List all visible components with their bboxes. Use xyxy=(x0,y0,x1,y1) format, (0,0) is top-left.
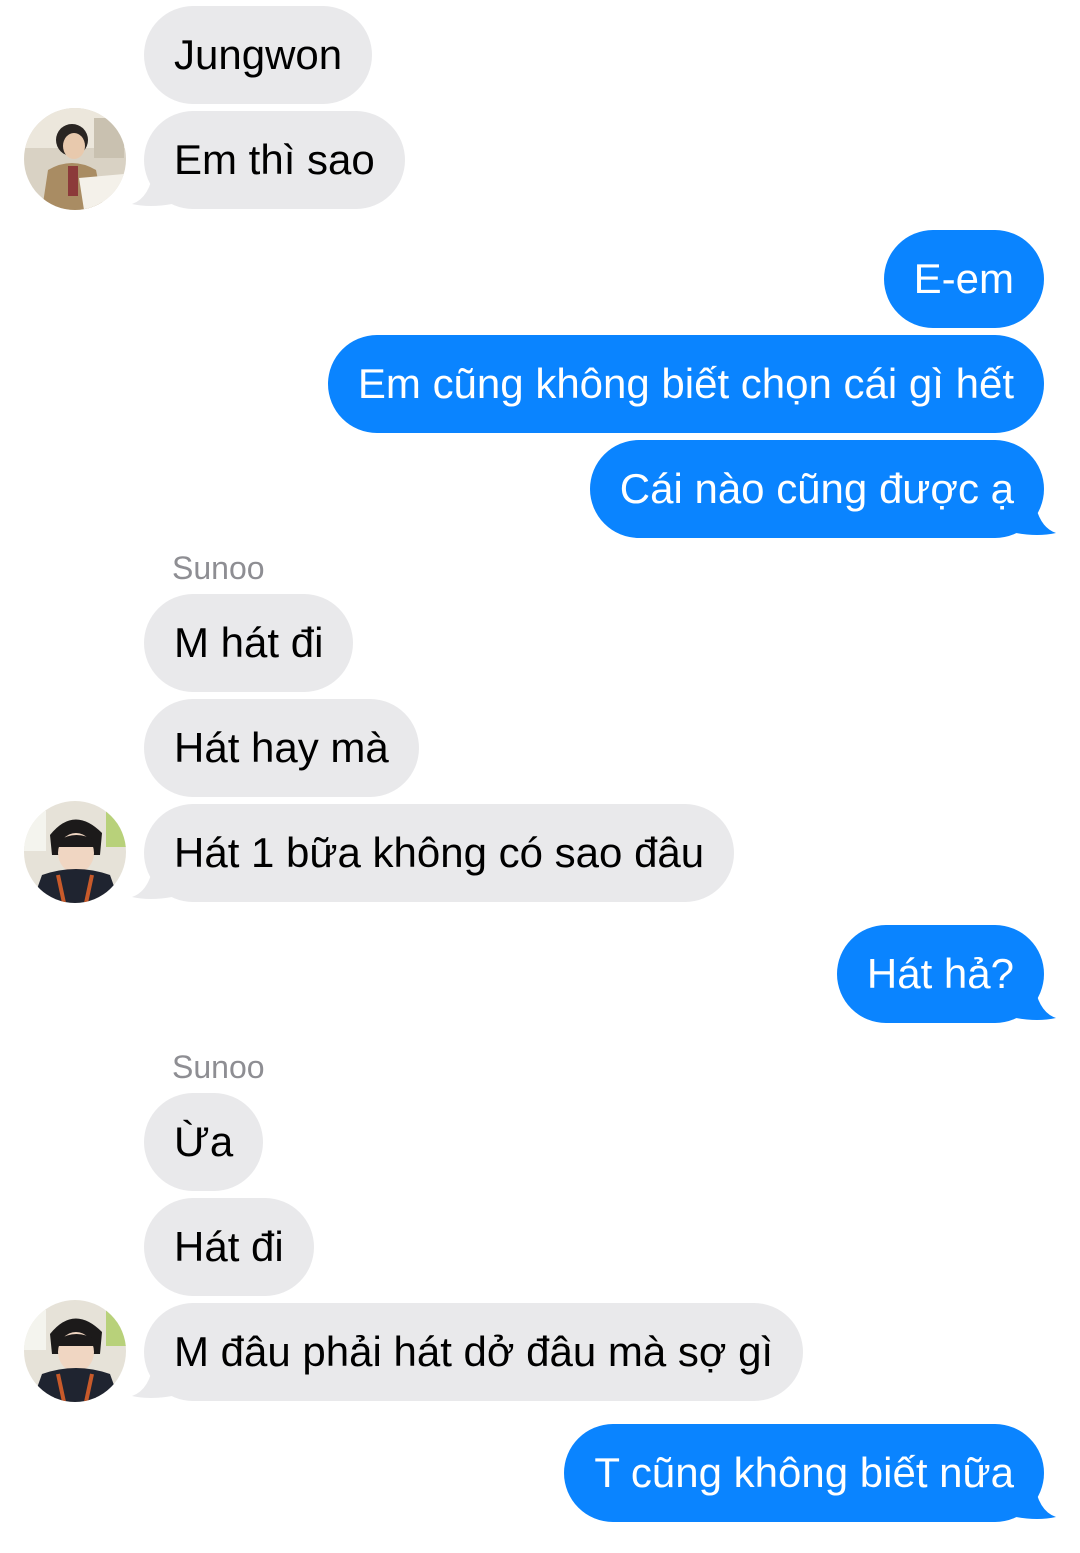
incoming-message-bubble[interactable]: Jungwon xyxy=(144,6,373,104)
bubble-tail-icon xyxy=(132,168,172,206)
incoming-message-bubble[interactable]: Em thì sao xyxy=(144,111,405,209)
incoming-message-bubble[interactable]: M hát đi xyxy=(144,594,354,692)
sunoo-avatar[interactable] xyxy=(24,801,126,903)
message-text: Hát đi xyxy=(174,1223,284,1270)
incoming-message-bubble[interactable]: M đâu phải hát dở đâu mà sợ gì xyxy=(144,1303,804,1401)
incoming-message-bubble[interactable]: Hát đi xyxy=(144,1198,314,1296)
outgoing-message-bubble[interactable]: Cái nào cũng được ạ xyxy=(589,440,1044,538)
bubble-tail-icon xyxy=(1016,982,1056,1020)
message-text: M hát đi xyxy=(174,619,324,666)
incoming-message-bubble[interactable]: Ừa xyxy=(144,1093,264,1191)
outgoing-message-bubble[interactable]: E-em xyxy=(883,230,1044,328)
message-text: Ừa xyxy=(174,1118,234,1165)
sunoo-avatar[interactable] xyxy=(24,1300,126,1402)
incoming-message-bubble[interactable]: Hát hay mà xyxy=(144,699,419,797)
message-text: Jungwon xyxy=(174,31,343,78)
bubble-tail-icon xyxy=(132,1360,172,1398)
outgoing-message-bubble[interactable]: T cũng không biết nữa xyxy=(564,1424,1044,1522)
bubble-tail-icon xyxy=(1016,497,1056,535)
message-text: E-em xyxy=(913,255,1014,302)
message-text: Hát hả? xyxy=(866,950,1014,997)
outgoing-message-bubble[interactable]: Em cũng không biết chọn cái gì hết xyxy=(327,335,1044,433)
jungwon-avatar[interactable] xyxy=(24,108,126,210)
message-text: Hát hay mà xyxy=(174,724,389,771)
bubble-tail-icon xyxy=(132,861,172,899)
message-text: Em thì sao xyxy=(174,136,375,183)
incoming-message-bubble[interactable]: Hát 1 bữa không có sao đâu xyxy=(144,804,735,902)
outgoing-message-bubble[interactable]: Hát hả? xyxy=(836,925,1044,1023)
message-text: M đâu phải hát dở đâu mà sợ gì xyxy=(174,1328,774,1375)
bubble-tail-icon xyxy=(1016,1481,1056,1519)
message-text: Em cũng không biết chọn cái gì hết xyxy=(357,360,1014,407)
message-text: Hát 1 bữa không có sao đâu xyxy=(174,829,705,876)
sender-name: Sunoo xyxy=(172,550,265,586)
sender-name: Sunoo xyxy=(172,1049,265,1085)
message-text: T cũng không biết nữa xyxy=(594,1449,1014,1496)
message-text: Cái nào cũng được ạ xyxy=(619,465,1014,512)
